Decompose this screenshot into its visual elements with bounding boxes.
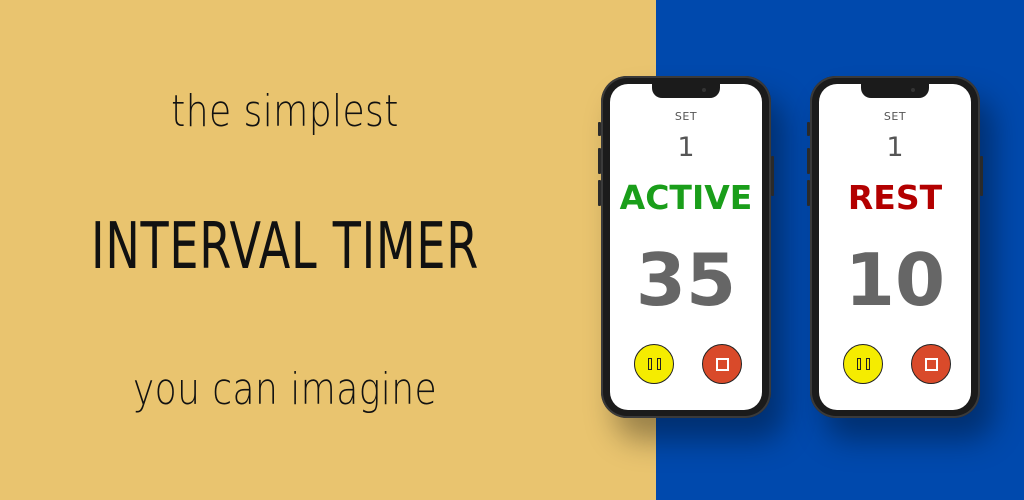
pause-button[interactable] [634, 344, 674, 384]
set-label: SET [674, 110, 698, 123]
phone-screen: SET 1 ACTIVE 35 [610, 84, 762, 410]
pause-icon [647, 358, 661, 370]
tagline-title: INTERVAL TIMER [91, 210, 479, 284]
phone-active: SET 1 ACTIVE 35 [598, 76, 774, 418]
phone-side-button [598, 180, 601, 206]
phone-side-button [771, 156, 774, 196]
phone-rest: SET 1 REST 10 [807, 76, 983, 418]
phone-side-button [980, 156, 983, 196]
phone-side-button [807, 122, 810, 136]
countdown: 10 [844, 238, 946, 322]
state-label: REST [847, 178, 943, 217]
set-label: SET [883, 110, 907, 123]
phone-screen: SET 1 REST 10 [819, 84, 971, 410]
pause-icon [856, 358, 870, 370]
phone-side-button [598, 148, 601, 174]
stop-button[interactable] [911, 344, 951, 384]
countdown: 35 [635, 238, 737, 322]
stop-icon [924, 357, 938, 371]
state-label: ACTIVE [619, 178, 753, 217]
tagline-top: the simplest [171, 86, 399, 137]
set-number: 1 [677, 132, 695, 163]
phone-side-button [598, 122, 601, 136]
set-number: 1 [886, 132, 904, 163]
phone-notch [652, 84, 720, 98]
phone-side-button [807, 148, 810, 174]
tagline-bottom: you can imagine [132, 364, 438, 415]
phone-notch [861, 84, 929, 98]
stop-icon [715, 357, 729, 371]
stop-button[interactable] [702, 344, 742, 384]
phone-side-button [807, 180, 810, 206]
pause-button[interactable] [843, 344, 883, 384]
